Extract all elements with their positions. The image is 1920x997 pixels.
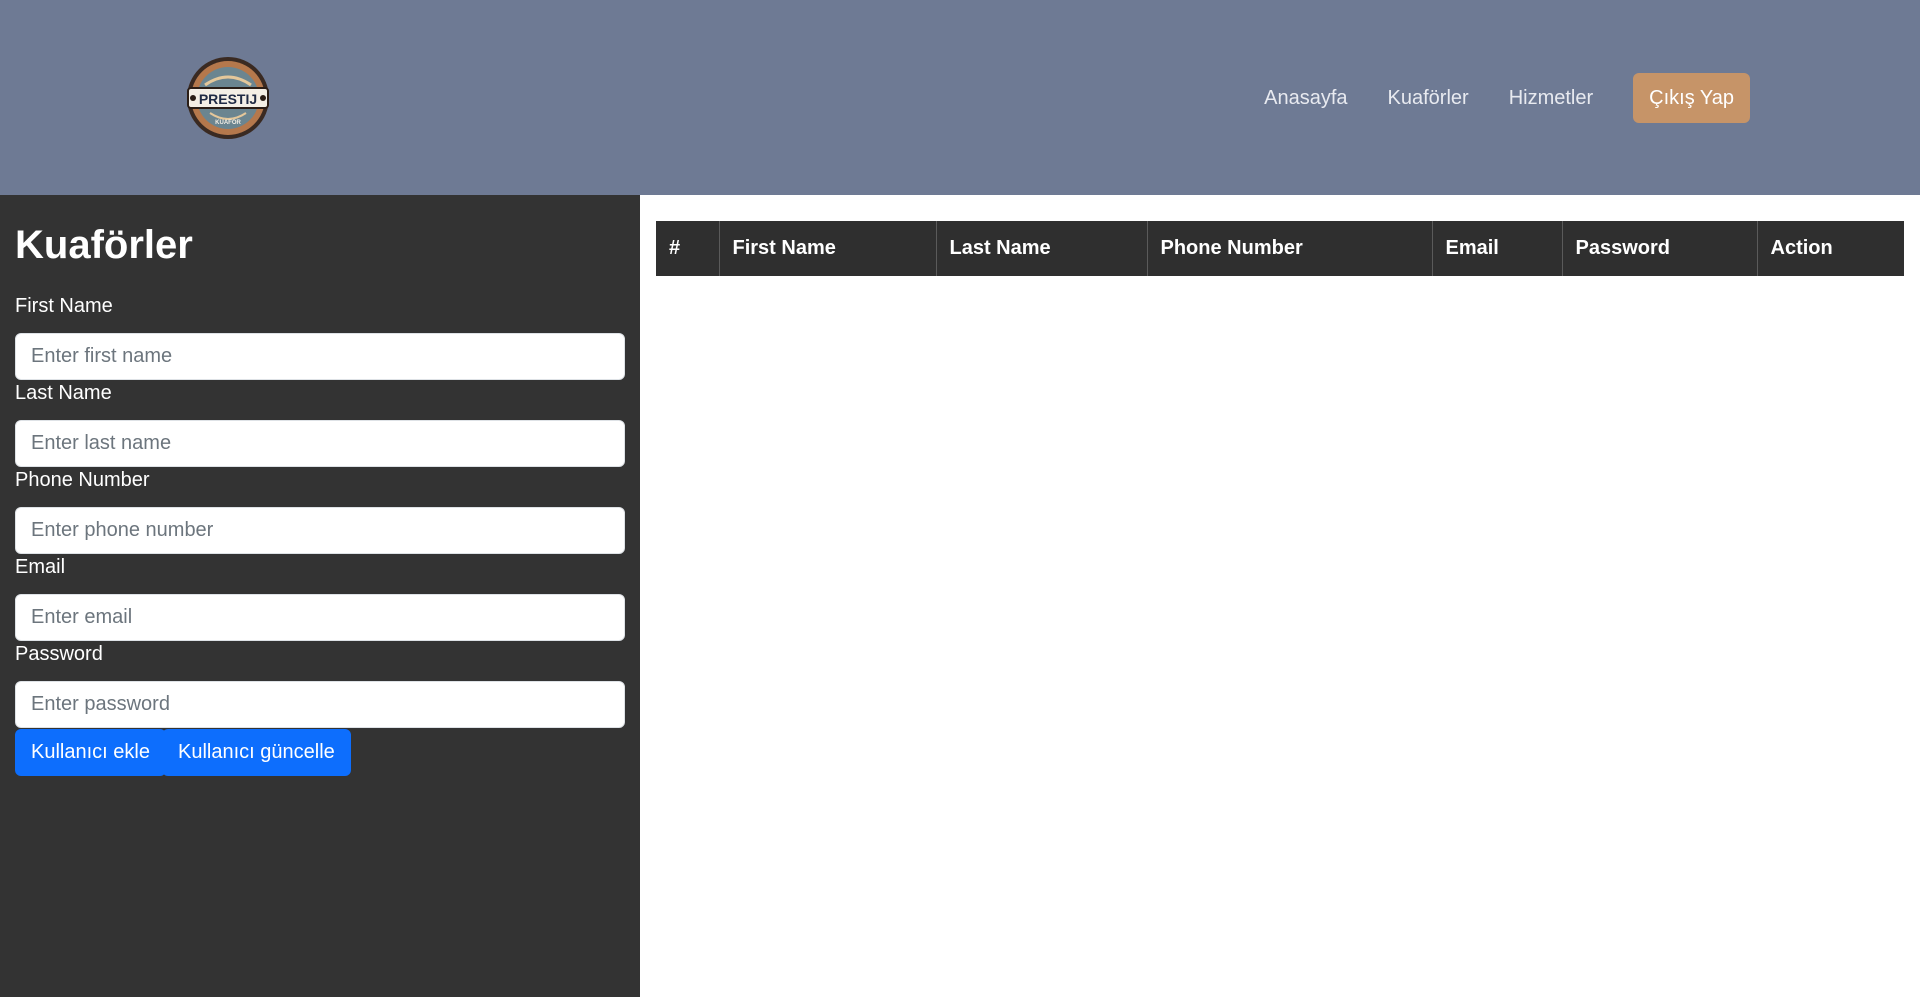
column-header-password: Password bbox=[1562, 221, 1758, 276]
email-input[interactable] bbox=[15, 594, 625, 641]
column-header-index: # bbox=[656, 221, 720, 276]
last-name-label: Last Name bbox=[15, 382, 112, 404]
password-input[interactable] bbox=[15, 681, 625, 728]
nav-link-anasayfa[interactable]: Anasayfa bbox=[1264, 73, 1347, 123]
last-name-input[interactable] bbox=[15, 420, 625, 467]
column-header-phone-number: Phone Number bbox=[1147, 221, 1433, 276]
phone-number-input[interactable] bbox=[15, 507, 625, 554]
phone-number-label: Phone Number bbox=[15, 469, 150, 491]
nav-link-kuaforler[interactable]: Kuaförler bbox=[1388, 73, 1469, 123]
column-header-action: Action bbox=[1757, 221, 1904, 276]
add-user-button[interactable]: Kullanıcı ekle bbox=[15, 729, 166, 776]
sidebar-form-panel: Kuaförler First Name Last Name Phone Num… bbox=[0, 195, 640, 997]
header: PRESTIJ KUAFOR Anasayfa Kuaförler Hizmet… bbox=[0, 0, 1920, 195]
svg-text:KUAFOR: KUAFOR bbox=[215, 120, 241, 126]
page-title: Kuaförler bbox=[15, 223, 193, 267]
update-user-button[interactable]: Kullanıcı güncelle bbox=[162, 729, 351, 776]
nav-link-hizmetler[interactable]: Hizmetler bbox=[1509, 73, 1593, 123]
svg-text:PRESTIJ: PRESTIJ bbox=[199, 91, 257, 107]
logout-button[interactable]: Çıkış Yap bbox=[1633, 73, 1750, 123]
users-table-container: # First Name Last Name Phone Number Emai… bbox=[656, 221, 1904, 276]
table-header-row: # First Name Last Name Phone Number Emai… bbox=[656, 221, 1904, 276]
logo[interactable]: PRESTIJ KUAFOR bbox=[180, 55, 276, 141]
column-header-last-name: Last Name bbox=[936, 221, 1148, 276]
password-label: Password bbox=[15, 643, 103, 665]
first-name-input[interactable] bbox=[15, 333, 625, 380]
first-name-label: First Name bbox=[15, 295, 113, 317]
logo-badge-icon: PRESTIJ KUAFOR bbox=[187, 57, 269, 139]
main-nav: Anasayfa Kuaförler Hizmetler Çıkış Yap bbox=[1264, 73, 1750, 123]
email-label: Email bbox=[15, 556, 66, 578]
column-header-first-name: First Name bbox=[719, 221, 937, 276]
users-table: # First Name Last Name Phone Number Emai… bbox=[656, 221, 1904, 276]
column-header-email: Email bbox=[1432, 221, 1563, 276]
